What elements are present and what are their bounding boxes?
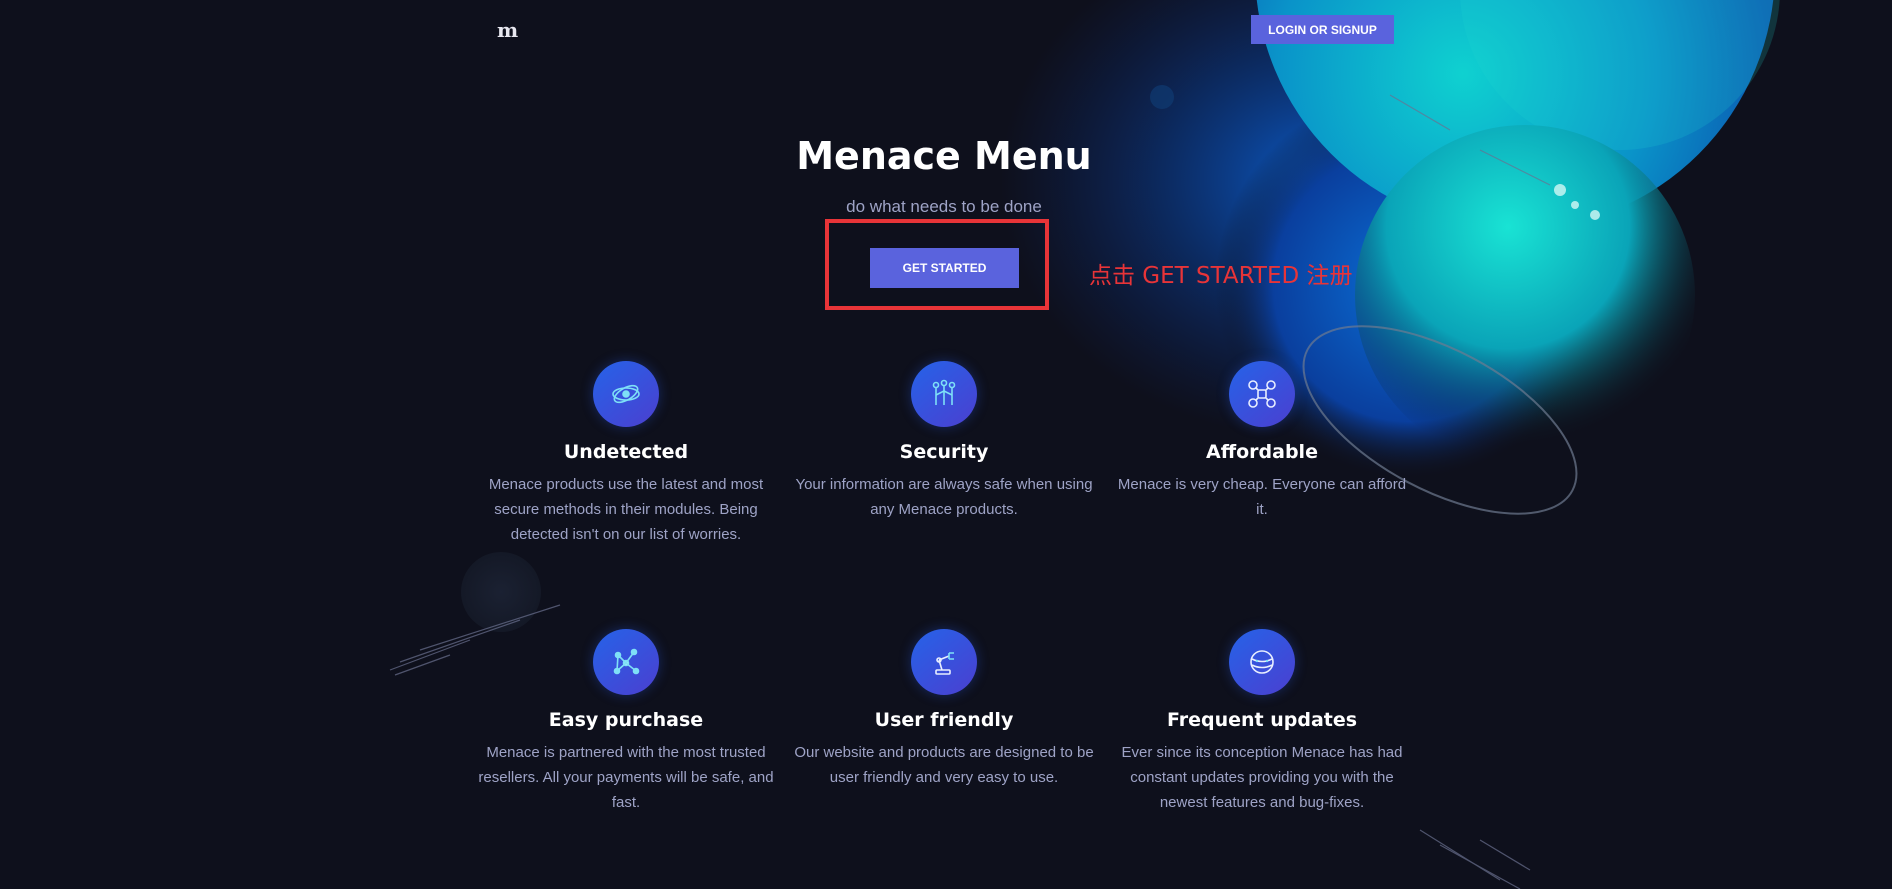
feature-description: Menace is very cheap. Everyone can affor… xyxy=(1117,476,1407,518)
drone-icon xyxy=(1229,361,1295,427)
login-signup-button[interactable]: LOGIN OR SIGNUP xyxy=(1251,15,1394,44)
feature-description: Menace products use the latest and most … xyxy=(488,476,764,543)
circuit-icon xyxy=(911,361,977,427)
feature-title: Affordable xyxy=(1206,441,1318,463)
feature-card-frequent-updates: Frequent updates Ever since its concepti… xyxy=(1112,629,1412,815)
feature-card-undetected: Undetected Menace products use the lates… xyxy=(476,361,776,547)
hero-title: Menace Menu xyxy=(796,134,1092,178)
atom-icon xyxy=(593,361,659,427)
feature-description: Ever since its conception Menace has had… xyxy=(1121,744,1403,811)
feature-title: Security xyxy=(899,441,989,463)
feature-description: Our website and products are designed to… xyxy=(794,744,1094,786)
network-icon xyxy=(593,629,659,695)
planet-icon xyxy=(1229,629,1295,695)
hero-subtitle: do what needs to be done xyxy=(846,197,1042,216)
robot-arm-icon xyxy=(911,629,977,695)
get-started-button[interactable]: GET STARTED xyxy=(870,248,1019,288)
feature-card-easy-purchase: Easy purchase Menace is partnered with t… xyxy=(476,629,776,815)
feature-description: Your information are always safe when us… xyxy=(795,476,1093,518)
feature-title: Undetected xyxy=(563,441,689,463)
feature-title: Easy purchase xyxy=(548,709,704,731)
feature-card-user-friendly: User friendly Our website and products a… xyxy=(794,629,1094,790)
feature-card-affordable: Affordable Menace is very cheap. Everyon… xyxy=(1112,361,1412,522)
feature-description: Menace is partnered with the most truste… xyxy=(478,744,774,811)
brand-logo[interactable]: m xyxy=(497,18,518,42)
feature-card-security: Security Your information are always saf… xyxy=(794,361,1094,522)
annotation-text: 点击 GET STARTED 注册 xyxy=(1089,263,1353,289)
feature-title: Frequent updates xyxy=(1166,709,1358,731)
feature-title: User friendly xyxy=(874,709,1014,731)
